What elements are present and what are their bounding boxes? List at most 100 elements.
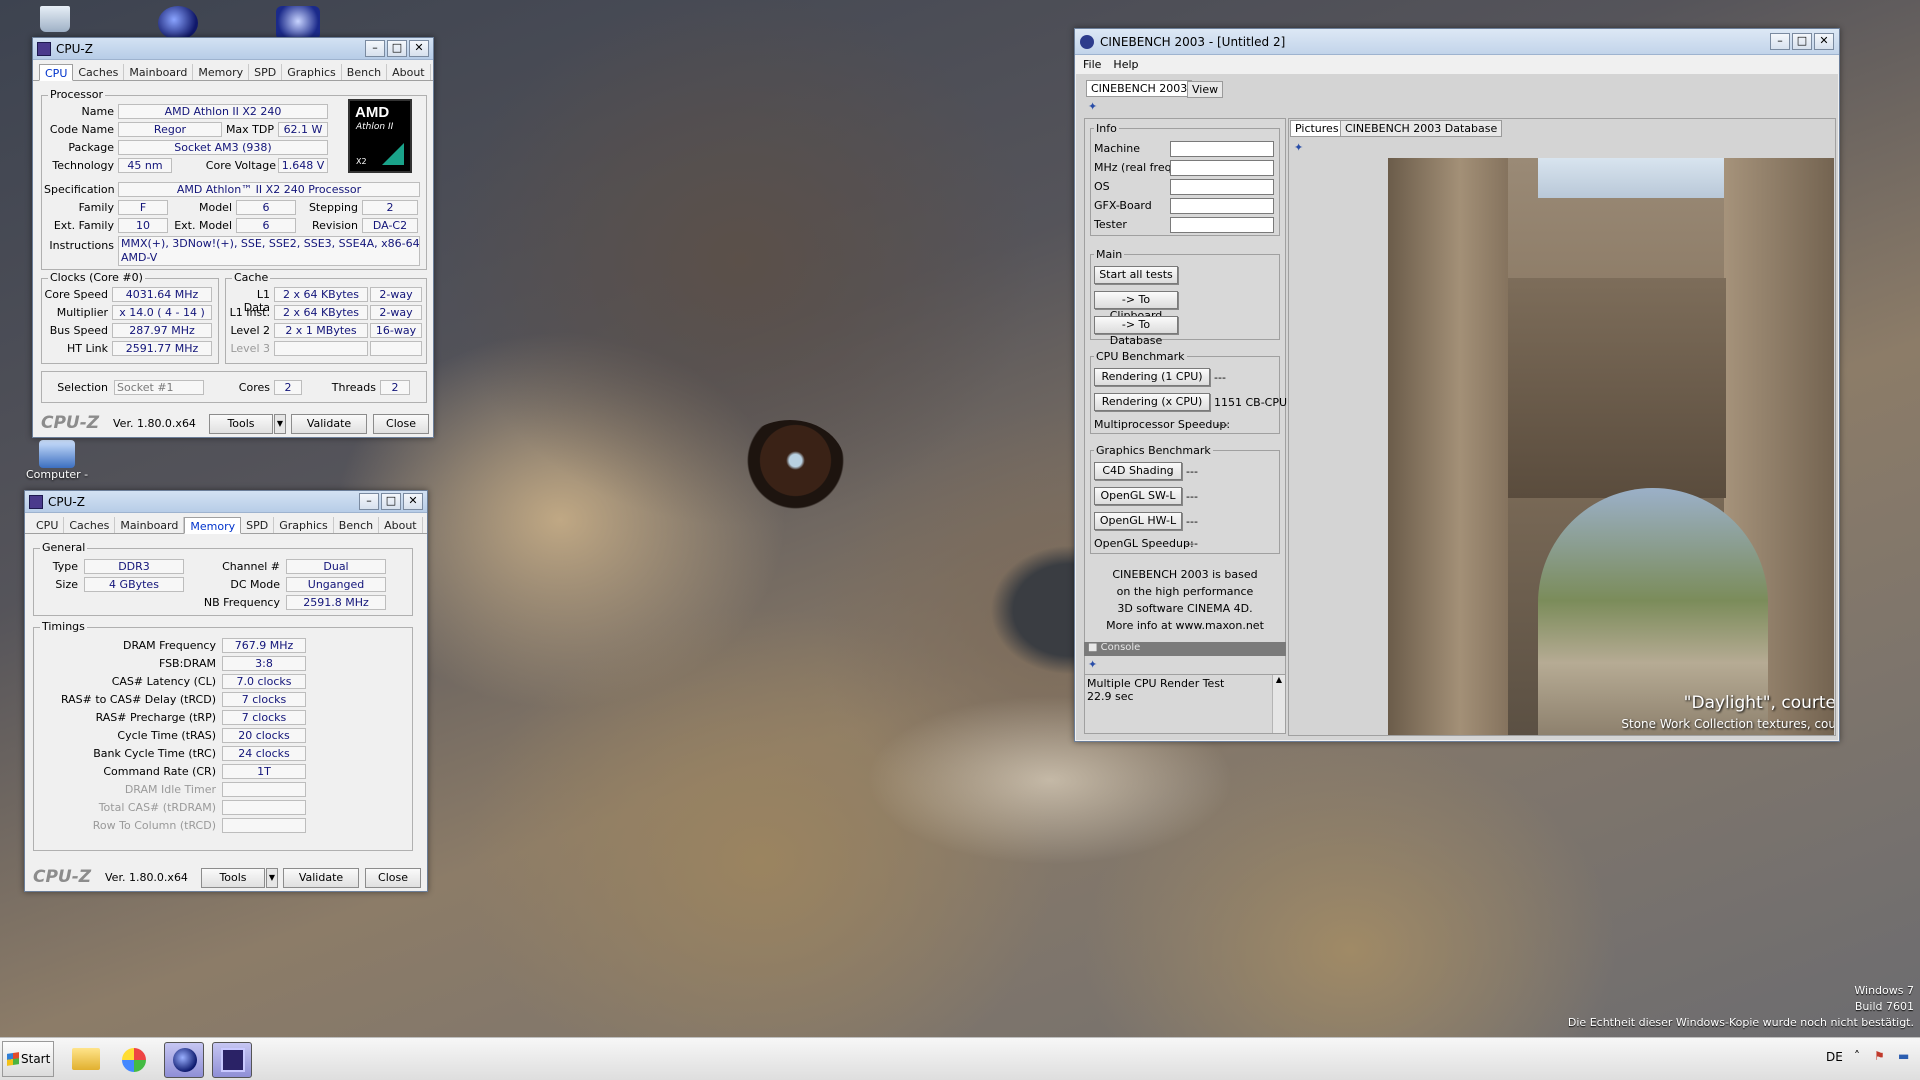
extfamily-label: Ext. Family bbox=[53, 219, 114, 232]
console-output: Multiple CPU Render Test 22.9 sec ▲ bbox=[1084, 674, 1286, 734]
tab-caches[interactable]: Caches bbox=[64, 517, 116, 533]
tab-spd[interactable]: SPD bbox=[241, 517, 275, 533]
tester-label: Tester bbox=[1094, 218, 1127, 231]
show-hidden-icons[interactable]: ˄ bbox=[1854, 1049, 1860, 1063]
size-value: 4 GBytes bbox=[84, 577, 184, 592]
cinebench-about-text: CINEBENCH 2003 is based on the high perf… bbox=[1090, 566, 1280, 634]
machine-input[interactable] bbox=[1170, 141, 1274, 157]
minimize-button[interactable]: – bbox=[359, 493, 379, 510]
threads-label: Threads bbox=[331, 381, 376, 394]
clocks-group-title: Clocks (Core #0) bbox=[48, 271, 145, 284]
opengl-hwl-button[interactable]: OpenGL HW-L bbox=[1094, 512, 1182, 530]
scroll-up-icon[interactable]: ▲ bbox=[1273, 675, 1285, 684]
maximize-button[interactable]: □ bbox=[387, 40, 407, 57]
cpuz-logo: CPU-Z bbox=[33, 867, 92, 887]
menu-help[interactable]: Help bbox=[1113, 58, 1138, 71]
tab-about[interactable]: About bbox=[379, 517, 423, 533]
tab-graphics[interactable]: Graphics bbox=[274, 517, 334, 533]
cpuz-taskbar-icon[interactable] bbox=[212, 1042, 252, 1078]
close-button[interactable]: Close bbox=[365, 868, 421, 888]
computer-icon[interactable]: Computer - bbox=[26, 440, 88, 481]
os-input[interactable] bbox=[1170, 179, 1274, 195]
tab-spd[interactable]: SPD bbox=[249, 64, 283, 80]
paint-taskbar-icon[interactable] bbox=[114, 1042, 154, 1078]
explorer-taskbar-icon[interactable] bbox=[66, 1042, 106, 1078]
minimize-button[interactable]: – bbox=[365, 40, 385, 57]
c4d-shading-button[interactable]: C4D Shading bbox=[1094, 462, 1182, 480]
gfx-input[interactable] bbox=[1170, 198, 1274, 214]
maximize-button[interactable]: □ bbox=[381, 493, 401, 510]
cpuz-memory-titlebar[interactable]: CPU-Z – □ ✕ bbox=[25, 491, 427, 513]
maximize-button[interactable]: □ bbox=[1792, 33, 1812, 50]
pin-icon[interactable]: ✦ bbox=[1088, 100, 1097, 113]
tab-bench[interactable]: Bench bbox=[334, 517, 380, 533]
tab-about[interactable]: About bbox=[387, 64, 431, 80]
channel-label: Channel # bbox=[222, 560, 280, 573]
tab-cinebench-2003[interactable]: CINEBENCH 2003 bbox=[1086, 80, 1193, 97]
language-indicator[interactable]: DE bbox=[1826, 1050, 1843, 1064]
selection-dropdown[interactable]: Socket #1 bbox=[114, 380, 204, 395]
specification-label: Specification bbox=[44, 183, 115, 196]
close-window-button[interactable]: ✕ bbox=[409, 40, 429, 57]
console-header[interactable]: ■ Console bbox=[1084, 642, 1286, 656]
mhz-input[interactable] bbox=[1170, 160, 1274, 176]
clocks-group: Clocks (Core #0) Core Speed 4031.64 MHz … bbox=[41, 271, 219, 364]
tab-memory[interactable]: Memory bbox=[193, 64, 250, 80]
instructions-line-1: MMX(+), 3DNow!(+), SSE, SSE2, SSE3, SSE4… bbox=[121, 237, 420, 250]
render-output-image: "Daylight", courte Stone Work Collection… bbox=[1388, 158, 1834, 735]
tab-view[interactable]: View bbox=[1187, 81, 1224, 98]
opengl-swl-button[interactable]: OpenGL SW-L bbox=[1094, 487, 1182, 505]
dcmode-label: DC Mode bbox=[230, 578, 280, 591]
close-window-button[interactable]: ✕ bbox=[403, 493, 423, 510]
close-window-button[interactable]: ✕ bbox=[1814, 33, 1834, 50]
tools-dropdown-arrow[interactable]: ▼ bbox=[274, 414, 286, 434]
tab-cpu[interactable]: CPU bbox=[39, 64, 74, 81]
pictures-pin-icon[interactable]: ✦ bbox=[1294, 141, 1303, 154]
start-button[interactable]: Start bbox=[2, 1041, 54, 1077]
tools-dropdown-arrow[interactable]: ▼ bbox=[266, 868, 278, 888]
model-label: Model bbox=[198, 201, 232, 214]
network-icon[interactable]: ▬ bbox=[1898, 1049, 1909, 1063]
tab-pictures[interactable]: Pictures bbox=[1290, 120, 1344, 137]
tab-graphics[interactable]: Graphics bbox=[282, 64, 342, 80]
instructions-label: Instructions bbox=[49, 239, 114, 252]
l1data-assoc: 2-way bbox=[370, 287, 422, 302]
rendering-xcpu-button[interactable]: Rendering (x CPU) bbox=[1094, 393, 1210, 411]
start-all-tests-button[interactable]: Start all tests bbox=[1094, 266, 1178, 284]
cinema4d-icon[interactable] bbox=[158, 6, 198, 40]
tab-cpu[interactable]: CPU bbox=[31, 517, 65, 533]
tab-caches[interactable]: Caches bbox=[73, 64, 125, 80]
to-database-button[interactable]: -> To Database bbox=[1094, 316, 1178, 347]
cpuz-cpu-titlebar[interactable]: CPU-Z – □ ✕ bbox=[33, 38, 433, 60]
tools-button[interactable]: Tools bbox=[201, 868, 265, 888]
tab-cinebench-database[interactable]: CINEBENCH 2003 Database bbox=[1340, 120, 1503, 137]
tools-button[interactable]: Tools bbox=[209, 414, 273, 434]
validate-button[interactable]: Validate bbox=[283, 868, 359, 888]
instructions-value: MMX(+), 3DNow!(+), SSE, SSE2, SSE3, SSE4… bbox=[118, 236, 420, 266]
cache-group: Cache L1 Data 2 x 64 KBytes 2-way L1 Ins… bbox=[225, 271, 427, 364]
tab-mainboard[interactable]: Mainboard bbox=[124, 64, 194, 80]
cpuz-desktop-icon[interactable] bbox=[276, 6, 320, 40]
console-pin-icon[interactable]: ✦ bbox=[1088, 658, 1097, 671]
tab-mainboard[interactable]: Mainboard bbox=[115, 517, 185, 533]
close-button[interactable]: Close bbox=[373, 414, 429, 434]
rendering-1cpu-button[interactable]: Rendering (1 CPU) bbox=[1094, 368, 1210, 386]
validate-button[interactable]: Validate bbox=[291, 414, 367, 434]
minimize-button[interactable]: – bbox=[1770, 33, 1790, 50]
console-collapse-icon[interactable]: ■ bbox=[1088, 642, 1097, 653]
l1inst-assoc: 2-way bbox=[370, 305, 422, 320]
tab-memory[interactable]: Memory bbox=[184, 517, 242, 534]
timing-label: RAS# Precharge (tRP) bbox=[95, 711, 216, 724]
l3-label: Level 3 bbox=[230, 342, 270, 355]
windows-build-text: Build 7601 bbox=[1854, 1000, 1914, 1013]
tab-bench[interactable]: Bench bbox=[342, 64, 388, 80]
action-center-icon[interactable]: ⚑ bbox=[1874, 1049, 1885, 1063]
cinebench-titlebar[interactable]: CINEBENCH 2003 - [Untitled 2] – □ ✕ bbox=[1075, 29, 1839, 55]
menu-file[interactable]: File bbox=[1083, 58, 1101, 71]
console-scrollbar[interactable]: ▲ bbox=[1272, 675, 1285, 733]
mp-speedup-value: --- bbox=[1216, 418, 1228, 431]
to-clipboard-button[interactable]: -> To Clipboard bbox=[1094, 291, 1178, 322]
tester-input[interactable] bbox=[1170, 217, 1274, 233]
recycle-bin-icon[interactable] bbox=[40, 6, 70, 32]
cinebench-taskbar-icon[interactable] bbox=[164, 1042, 204, 1078]
